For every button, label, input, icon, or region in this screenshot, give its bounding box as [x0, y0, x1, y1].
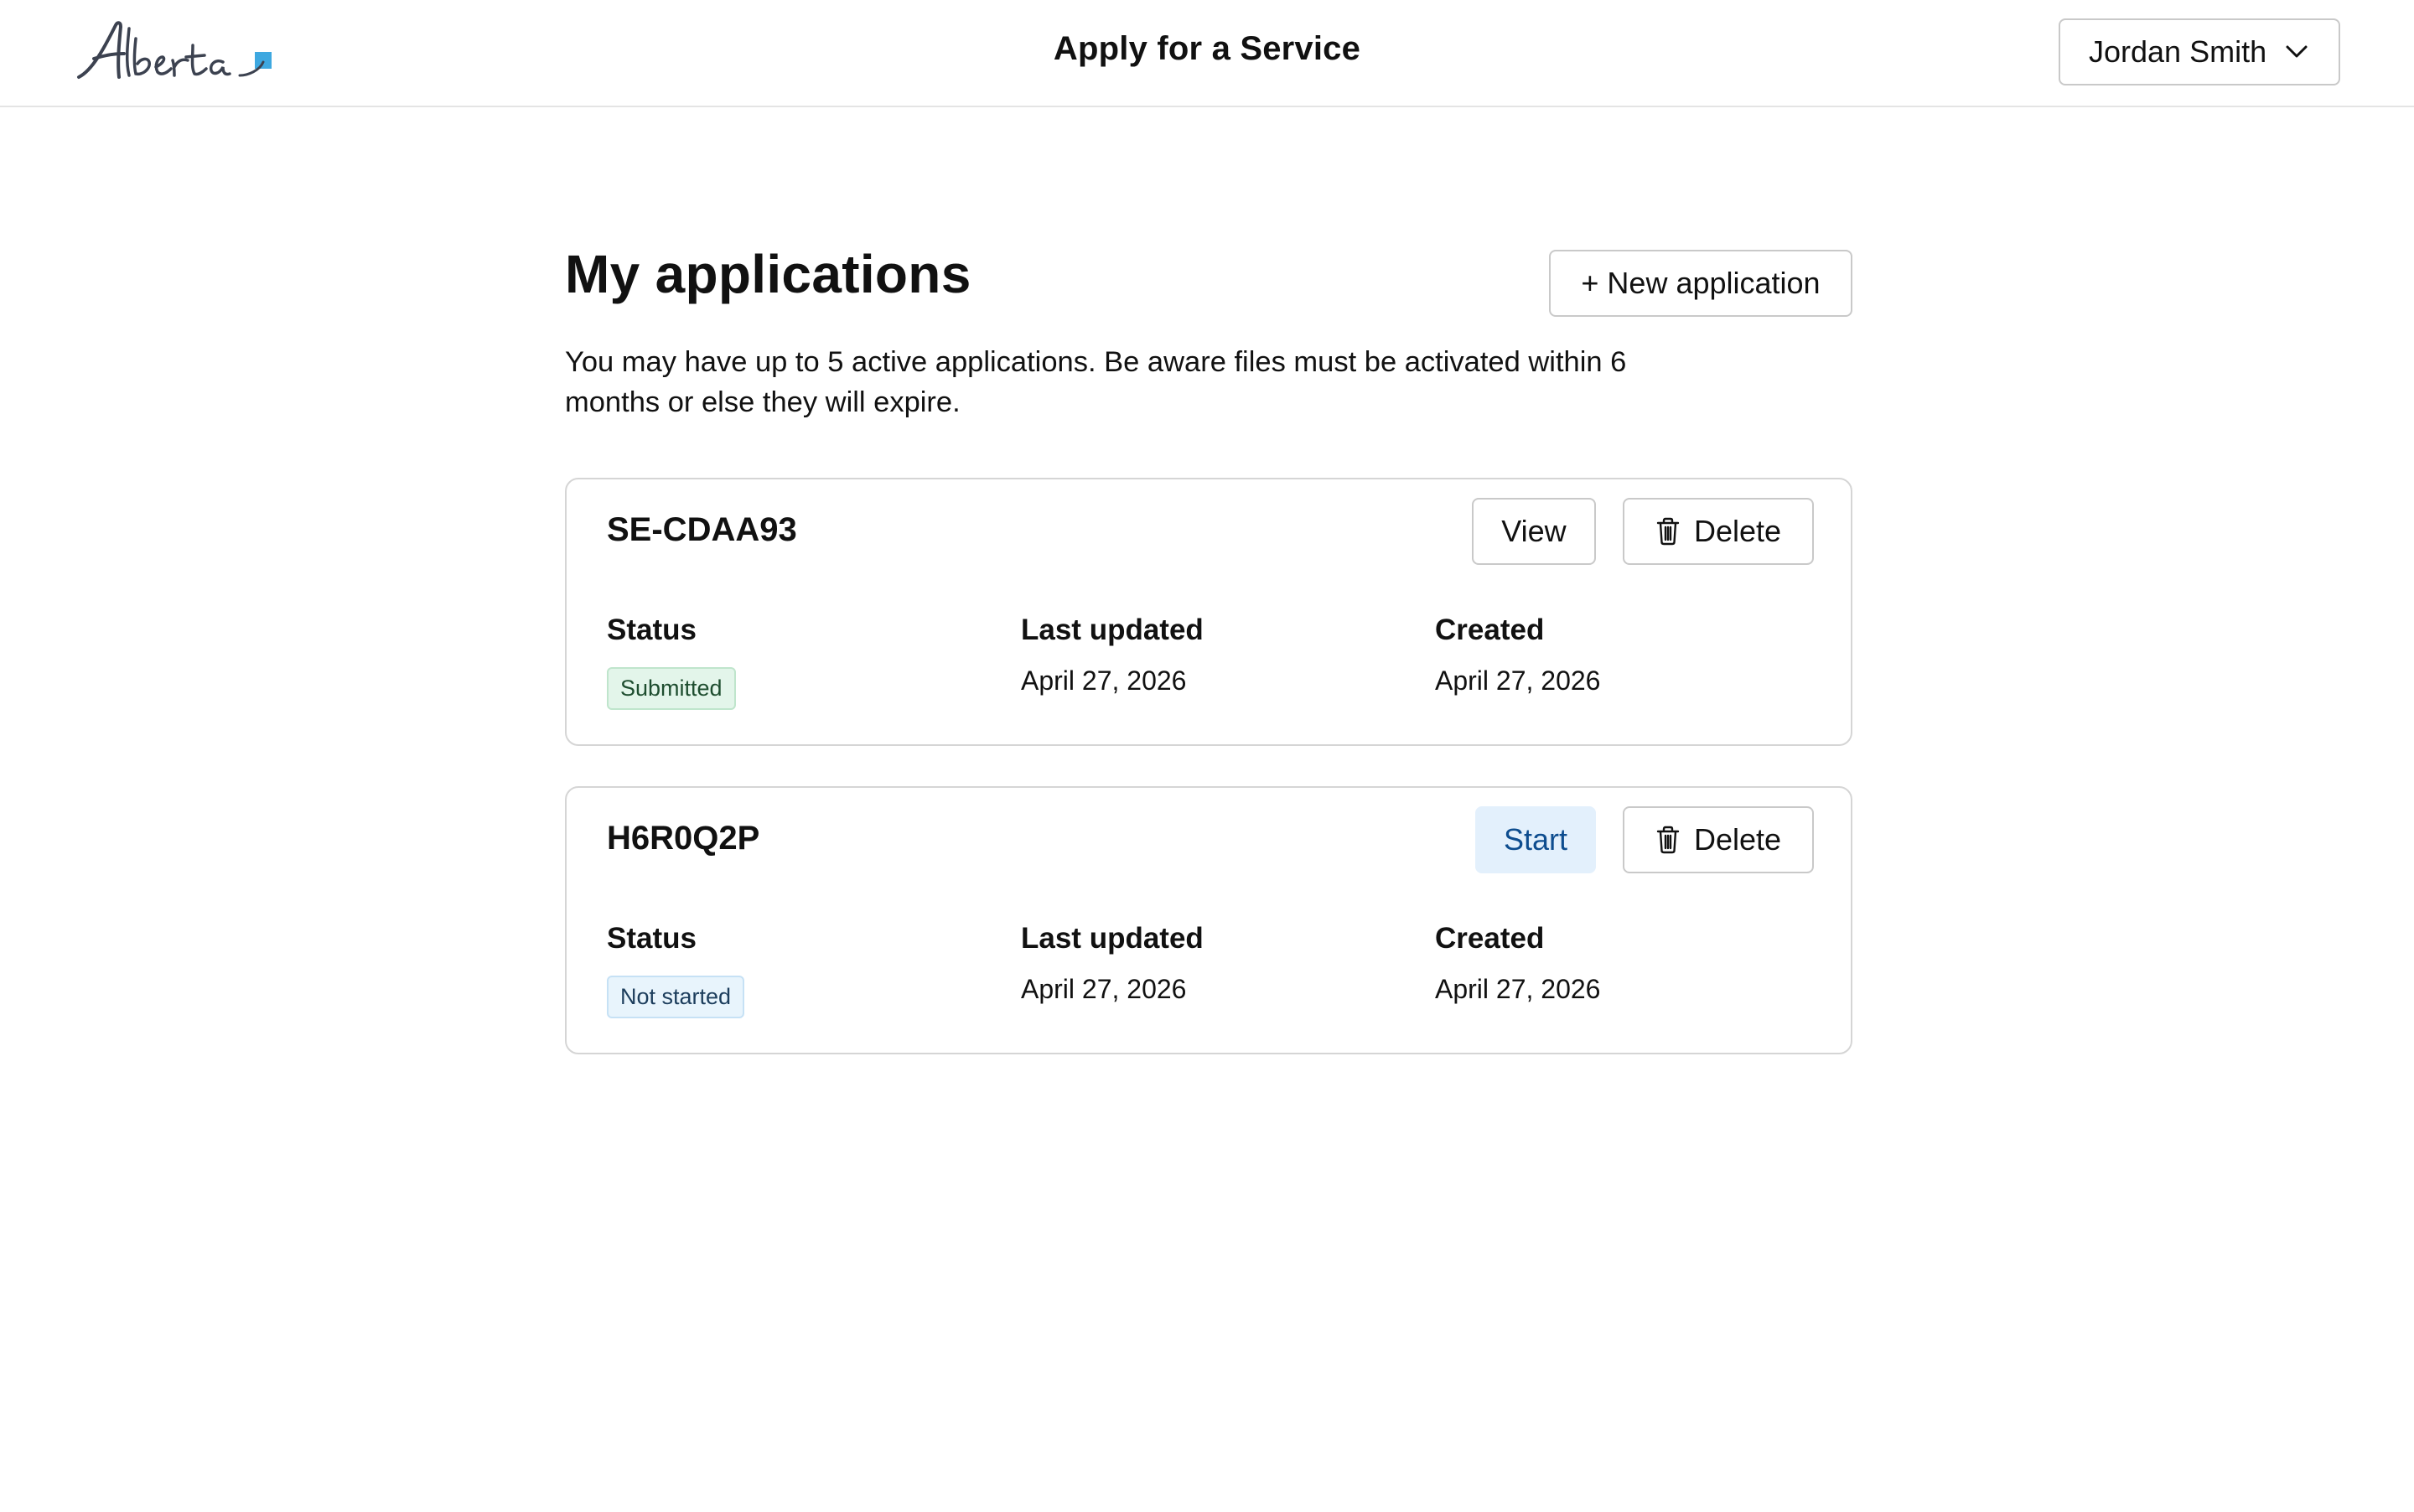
delete-label: Delete	[1693, 822, 1782, 857]
created-value: April 27, 2026	[1435, 974, 1601, 1004]
created-column: Created April 27, 2026	[1435, 614, 1600, 696]
status-badge: Not started	[607, 976, 745, 1018]
delete-button[interactable]: Delete	[1623, 806, 1814, 873]
application-id: SE-CDAA93	[607, 511, 797, 548]
trash-icon	[1656, 517, 1680, 546]
last-updated-value: April 27, 2026	[1021, 665, 1187, 696]
last-updated-value: April 27, 2026	[1021, 974, 1187, 1004]
last-updated-column: Last updated April 27, 2026	[1021, 614, 1204, 696]
status-column: Status Submitted	[607, 614, 736, 710]
app-header: Apply for a Service Jordan Smith	[0, 0, 2414, 107]
delete-label: Delete	[1693, 514, 1782, 548]
created-column: Created April 27, 2026	[1435, 922, 1600, 1005]
last-updated-label: Last updated	[1021, 922, 1204, 955]
created-label: Created	[1435, 922, 1545, 955]
page-title: My applications	[565, 244, 971, 304]
last-updated-column: Last updated April 27, 2026	[1021, 922, 1204, 1005]
status-label: Status	[607, 614, 697, 646]
chevron-down-icon	[2286, 45, 2308, 58]
application-card: H6R0Q2P Start Delete Status Not started …	[565, 786, 1852, 1054]
created-label: Created	[1435, 614, 1545, 646]
user-menu-button[interactable]: Jordan Smith	[2059, 18, 2340, 85]
intro-text: You may have up to 5 active applications…	[565, 346, 1627, 418]
application-id: H6R0Q2P	[607, 820, 760, 857]
delete-button[interactable]: Delete	[1623, 498, 1814, 565]
trash-icon	[1656, 826, 1680, 854]
app-title: Apply for a Service	[1053, 30, 1361, 67]
status-label: Status	[607, 922, 697, 955]
view-button[interactable]: View	[1472, 498, 1596, 565]
status-badge: Submitted	[607, 667, 736, 710]
status-column: Status Not started	[607, 922, 745, 1018]
last-updated-label: Last updated	[1021, 614, 1204, 646]
user-name: Jordan Smith	[2089, 34, 2267, 69]
start-button[interactable]: Start	[1475, 806, 1596, 873]
new-application-button[interactable]: + New application	[1549, 250, 1852, 317]
application-card: SE-CDAA93 View Delete Status Submitted L…	[565, 478, 1852, 746]
created-value: April 27, 2026	[1435, 665, 1601, 696]
